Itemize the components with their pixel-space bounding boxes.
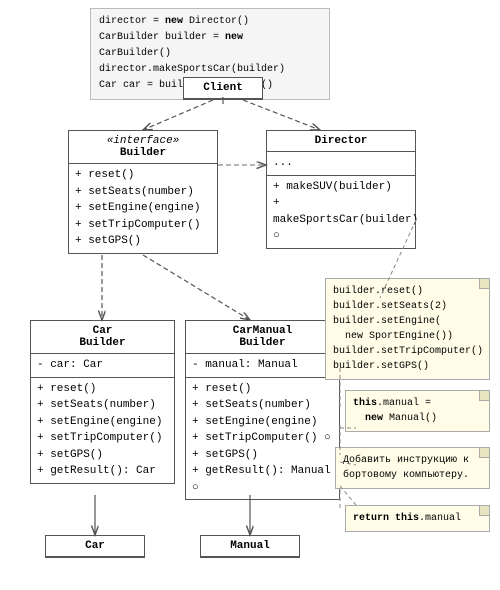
director-note-line-4: new SportEngine()): [333, 329, 482, 344]
car-builder-title: CarBuilder: [31, 321, 174, 354]
client-box: Client: [183, 77, 263, 100]
director-field-1: ...: [273, 155, 409, 172]
code-line-1: director = new Director(): [99, 14, 321, 30]
cb-method-6: + getResult(): Car: [37, 463, 168, 480]
director-note-line-2: builder.setSeats(2): [333, 299, 482, 314]
manual-note-line-2: new Manual(): [353, 411, 482, 426]
car-manual-builder-methods: + reset() + setSeats(number) + setEngine…: [186, 378, 339, 500]
director-note-line-6: builder.setGPS(): [333, 359, 482, 374]
director-note-line-5: builder.setTripComputer(): [333, 344, 482, 359]
cmb-method-2: + setSeats(number): [192, 397, 333, 414]
director-method-1: + makeSUV(builder): [273, 179, 409, 196]
code-line-2: CarBuilder builder = new CarBuilder(): [99, 30, 321, 62]
manual-init-note: this.manual = new Manual(): [345, 390, 490, 432]
cmb-method-5: + setGPS(): [192, 447, 333, 464]
director-note-line-3: builder.setEngine(: [333, 314, 482, 329]
car-builder-box: CarBuilder - car: Car + reset() + setSea…: [30, 320, 175, 484]
cb-method-4: + setTripComputer(): [37, 430, 168, 447]
director-title: Director: [267, 131, 415, 152]
return-note: return this.manual: [345, 505, 490, 532]
builder-method-2: + setSeats(number): [75, 184, 211, 201]
car-manual-builder-fields: - manual: Manual: [186, 354, 339, 378]
director-note: builder.reset() builder.setSeats(2) buil…: [325, 278, 490, 380]
builder-method-3: + setEngine(engine): [75, 200, 211, 217]
cmb-method-3: + setEngine(engine): [192, 414, 333, 431]
builder-name: Builder: [75, 147, 211, 159]
manual-title: Manual: [201, 536, 299, 557]
code-line-3: director.makeSportsCar(builder): [99, 62, 321, 78]
director-fields: ...: [267, 152, 415, 176]
return-note-line-1: return this.manual: [353, 511, 482, 526]
uml-diagram: director = new Director() CarBuilder bui…: [0, 0, 500, 590]
manual-box: Manual: [200, 535, 300, 558]
cb-method-3: + setEngine(engine): [37, 414, 168, 431]
cb-method-2: + setSeats(number): [37, 397, 168, 414]
car-title: Car: [46, 536, 144, 557]
cb-method-5: + setGPS(): [37, 447, 168, 464]
builder-stereotype: «interface»: [75, 135, 211, 147]
instruction-note-line-2: бортовому компьютеру.: [343, 468, 482, 483]
car-manual-builder-title: CarManualBuilder: [186, 321, 339, 354]
builder-methods: + reset() + setSeats(number) + setEngine…: [69, 164, 217, 253]
builder-method-1: + reset(): [75, 167, 211, 184]
cmb-method-1: + reset(): [192, 381, 333, 398]
cmb-method-4: + setTripComputer() ○: [192, 430, 333, 447]
director-box: Director ... + makeSUV(builder) + makeSp…: [266, 130, 416, 249]
builder-title: «interface» Builder: [69, 131, 217, 164]
builder-box: «interface» Builder + reset() + setSeats…: [68, 130, 218, 254]
cmb-method-6: + getResult(): Manual ○: [192, 463, 333, 496]
car-manual-builder-box: CarManualBuilder - manual: Manual + rese…: [185, 320, 340, 500]
manual-note-line-1: this.manual =: [353, 396, 482, 411]
car-builder-fields: - car: Car: [31, 354, 174, 378]
cmb-field-1: - manual: Manual: [192, 357, 333, 374]
builder-method-4: + setTripComputer(): [75, 217, 211, 234]
car-builder-field-1: - car: Car: [37, 357, 168, 374]
client-title: Client: [184, 78, 262, 99]
builder-method-5: + setGPS(): [75, 233, 211, 250]
director-method-2: + makeSportsCar(builder) ○: [273, 195, 409, 245]
director-methods: + makeSUV(builder) + makeSportsCar(build…: [267, 176, 415, 248]
director-note-line-1: builder.reset(): [333, 284, 482, 299]
instruction-note-line-1: Добавить инструкцию к: [343, 453, 482, 468]
cb-method-1: + reset(): [37, 381, 168, 398]
instruction-note: Добавить инструкцию к бортовому компьюте…: [335, 447, 490, 489]
car-builder-methods: + reset() + setSeats(number) + setEngine…: [31, 378, 174, 483]
car-box: Car: [45, 535, 145, 558]
